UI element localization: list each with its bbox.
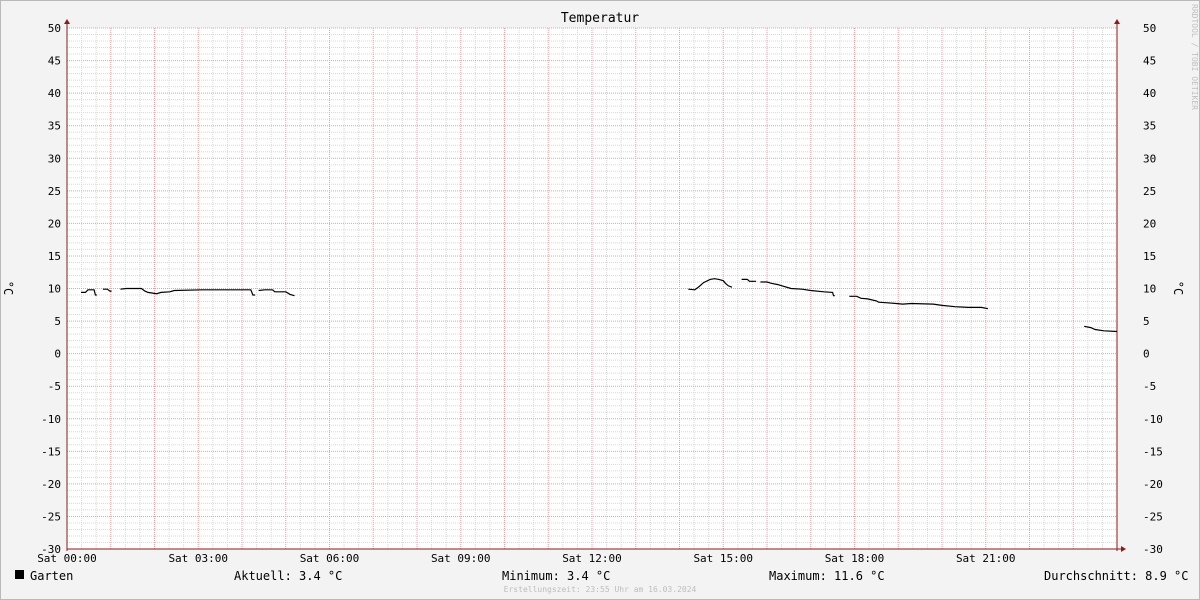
y-tick-label-right: 45 [1143, 55, 1156, 68]
x-tick-label: Sat 15:00 [693, 552, 753, 565]
y-tick-label-left: -25 [41, 510, 61, 523]
y-tick-label-right: 10 [1143, 283, 1156, 296]
y-tick-label-right: 0 [1143, 348, 1150, 361]
line-chart: 50 5045 4540 4035 3530 3025 2520 2015 1510 105 50 0… [37, 19, 1163, 565]
y-tick-label-left: 15 [48, 250, 61, 263]
y-tick-label-left: -20 [41, 478, 61, 491]
legend-series-name: Garten [30, 569, 74, 583]
y-tick-label-right: -30 [1143, 543, 1163, 556]
y-tick-label-right: -15 [1143, 445, 1163, 458]
y-tick-label-right: 15 [1143, 250, 1156, 263]
y-tick-label-left: 10 [48, 283, 61, 296]
legend-swatch [15, 570, 24, 579]
y-tick-label-right: 25 [1143, 185, 1156, 198]
y-tick-label-left: 35 [48, 120, 61, 133]
legend-minimum: Minimum: 3.4 °C [502, 569, 611, 583]
y-tick-label-left: 45 [48, 55, 61, 68]
y-tick-label-left: -5 [48, 380, 61, 393]
creation-timestamp: Erstellungszeit: 23:55 Uhr am 16.03.2024 [503, 585, 697, 594]
y-tick-label-right: 30 [1143, 152, 1156, 165]
y-tick-label-right: -20 [1143, 478, 1163, 491]
y-tick-label-left: -15 [41, 445, 61, 458]
y-tick-label-left: 20 [48, 217, 61, 230]
y-axis-arrow-right [1114, 19, 1120, 24]
x-tick-label: Sat 03:00 [168, 552, 228, 565]
y-tick-label-right: 40 [1143, 87, 1156, 100]
x-axis-arrow [1121, 546, 1126, 552]
x-tick-label: Sat 12:00 [562, 552, 622, 565]
y-tick-label-right: 5 [1143, 315, 1150, 328]
x-tick-label: Sat 06:00 [300, 552, 360, 565]
x-tick-label: Sat 18:00 [825, 552, 885, 565]
x-tick-label: Sat 00:00 [37, 552, 97, 565]
y-tick-label-left: 0 [54, 348, 61, 361]
y-tick-label-left: 5 [54, 315, 61, 328]
y-tick-label-left: 25 [48, 185, 61, 198]
y-tick-label-left: 40 [48, 87, 61, 100]
y-tick-label-right: 35 [1143, 120, 1156, 133]
legend-maximum: Maximum: 11.6 °C [769, 569, 885, 583]
y-tick-label-left: 50 [48, 22, 61, 35]
y-tick-label-right: -5 [1143, 380, 1156, 393]
x-tick-label: Sat 09:00 [431, 552, 491, 565]
y-axis-arrow-left [64, 19, 70, 24]
y-tick-label-right: 50 [1143, 22, 1156, 35]
legend-current: Aktuell: 3.4 °C [234, 569, 343, 583]
x-tick-label: Sat 21:00 [956, 552, 1016, 565]
y-tick-label-right: 20 [1143, 217, 1156, 230]
y-tick-label-right: -10 [1143, 413, 1163, 426]
y-tick-label-left: 30 [48, 152, 61, 165]
y-tick-label-right: -25 [1143, 510, 1163, 523]
legend-average: Durchschnitt: 8.9 °C [1044, 569, 1189, 583]
y-tick-label-left: -10 [41, 413, 61, 426]
